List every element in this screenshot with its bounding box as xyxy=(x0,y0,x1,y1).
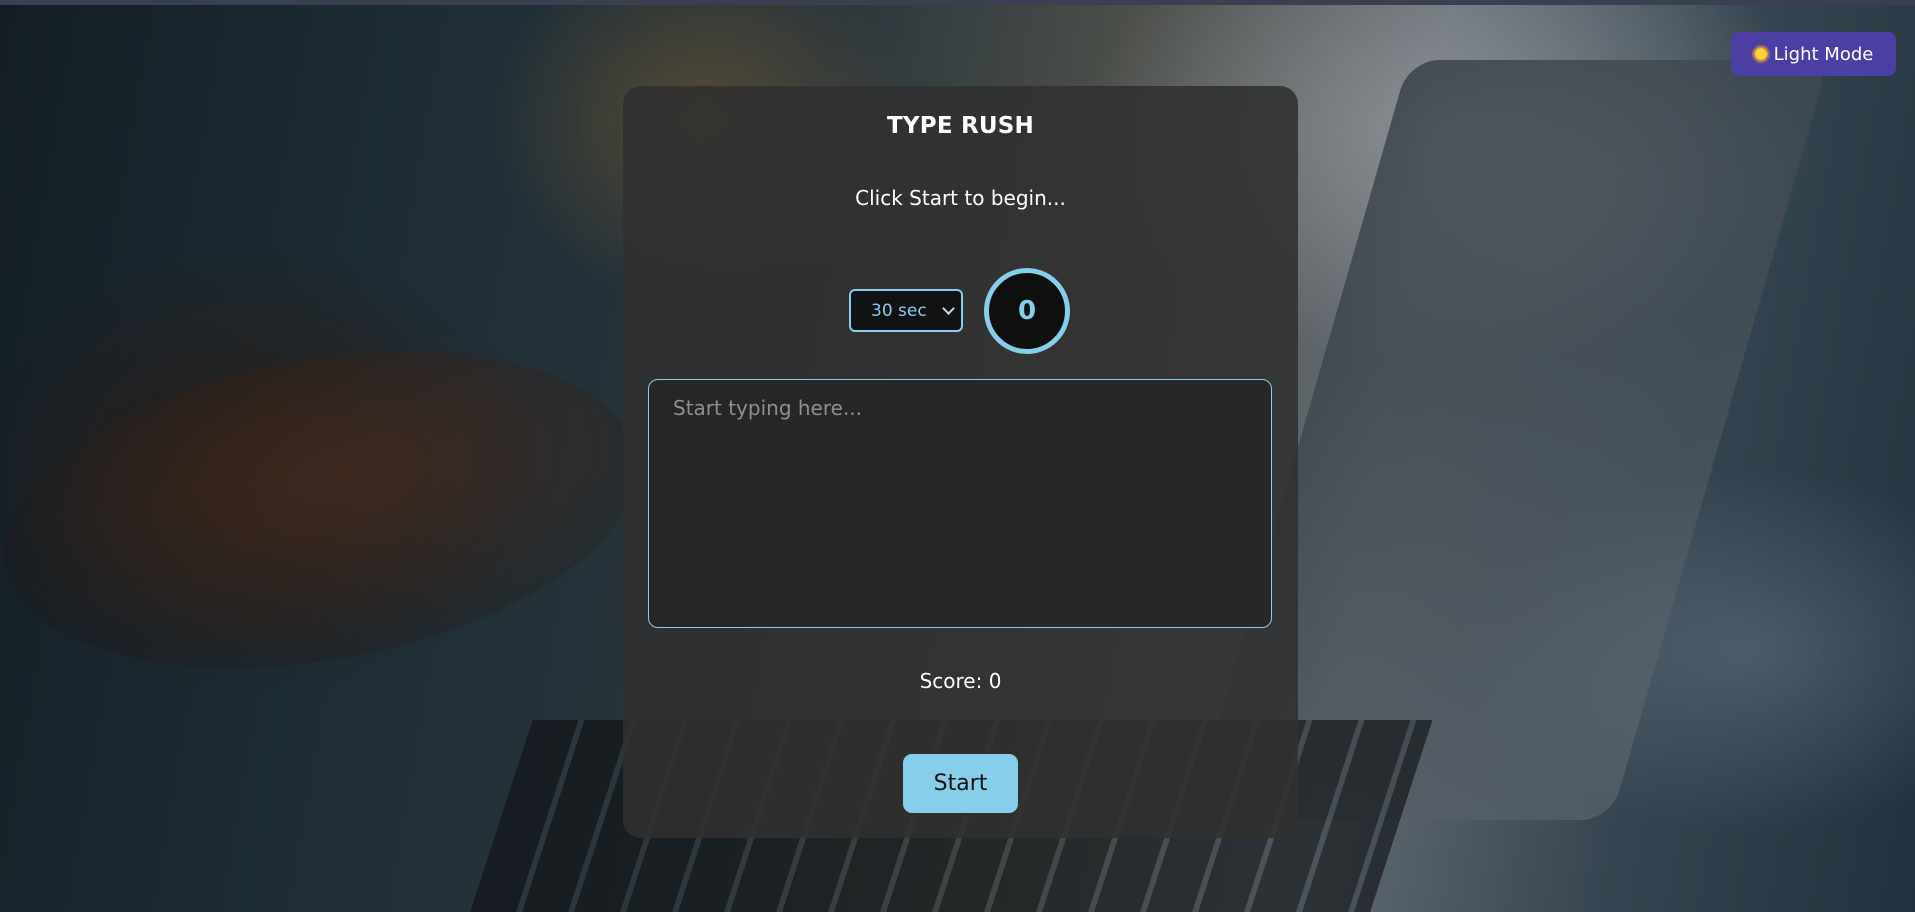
start-button[interactable]: Start xyxy=(903,754,1018,813)
controls-row: 30 sec 0 xyxy=(623,266,1298,356)
chevron-down-icon xyxy=(942,302,955,315)
game-title: TYPE RUSH xyxy=(887,113,1034,139)
score-display: Score: 0 xyxy=(919,669,1002,693)
game-card: TYPE RUSH Click Start to begin... 30 sec… xyxy=(623,86,1298,838)
sun-icon xyxy=(1753,47,1768,61)
status-prompt: Click Start to begin... xyxy=(855,186,1066,210)
duration-selected-value: 30 sec xyxy=(871,300,927,321)
countdown-timer: 0 xyxy=(984,268,1070,354)
timer-value: 0 xyxy=(1017,296,1037,326)
typing-input[interactable] xyxy=(648,379,1272,628)
theme-toggle-label: Light Mode xyxy=(1773,43,1874,65)
top-edge xyxy=(0,0,1915,5)
theme-toggle-button[interactable]: Light Mode xyxy=(1731,32,1896,76)
duration-select[interactable]: 30 sec xyxy=(849,289,963,332)
